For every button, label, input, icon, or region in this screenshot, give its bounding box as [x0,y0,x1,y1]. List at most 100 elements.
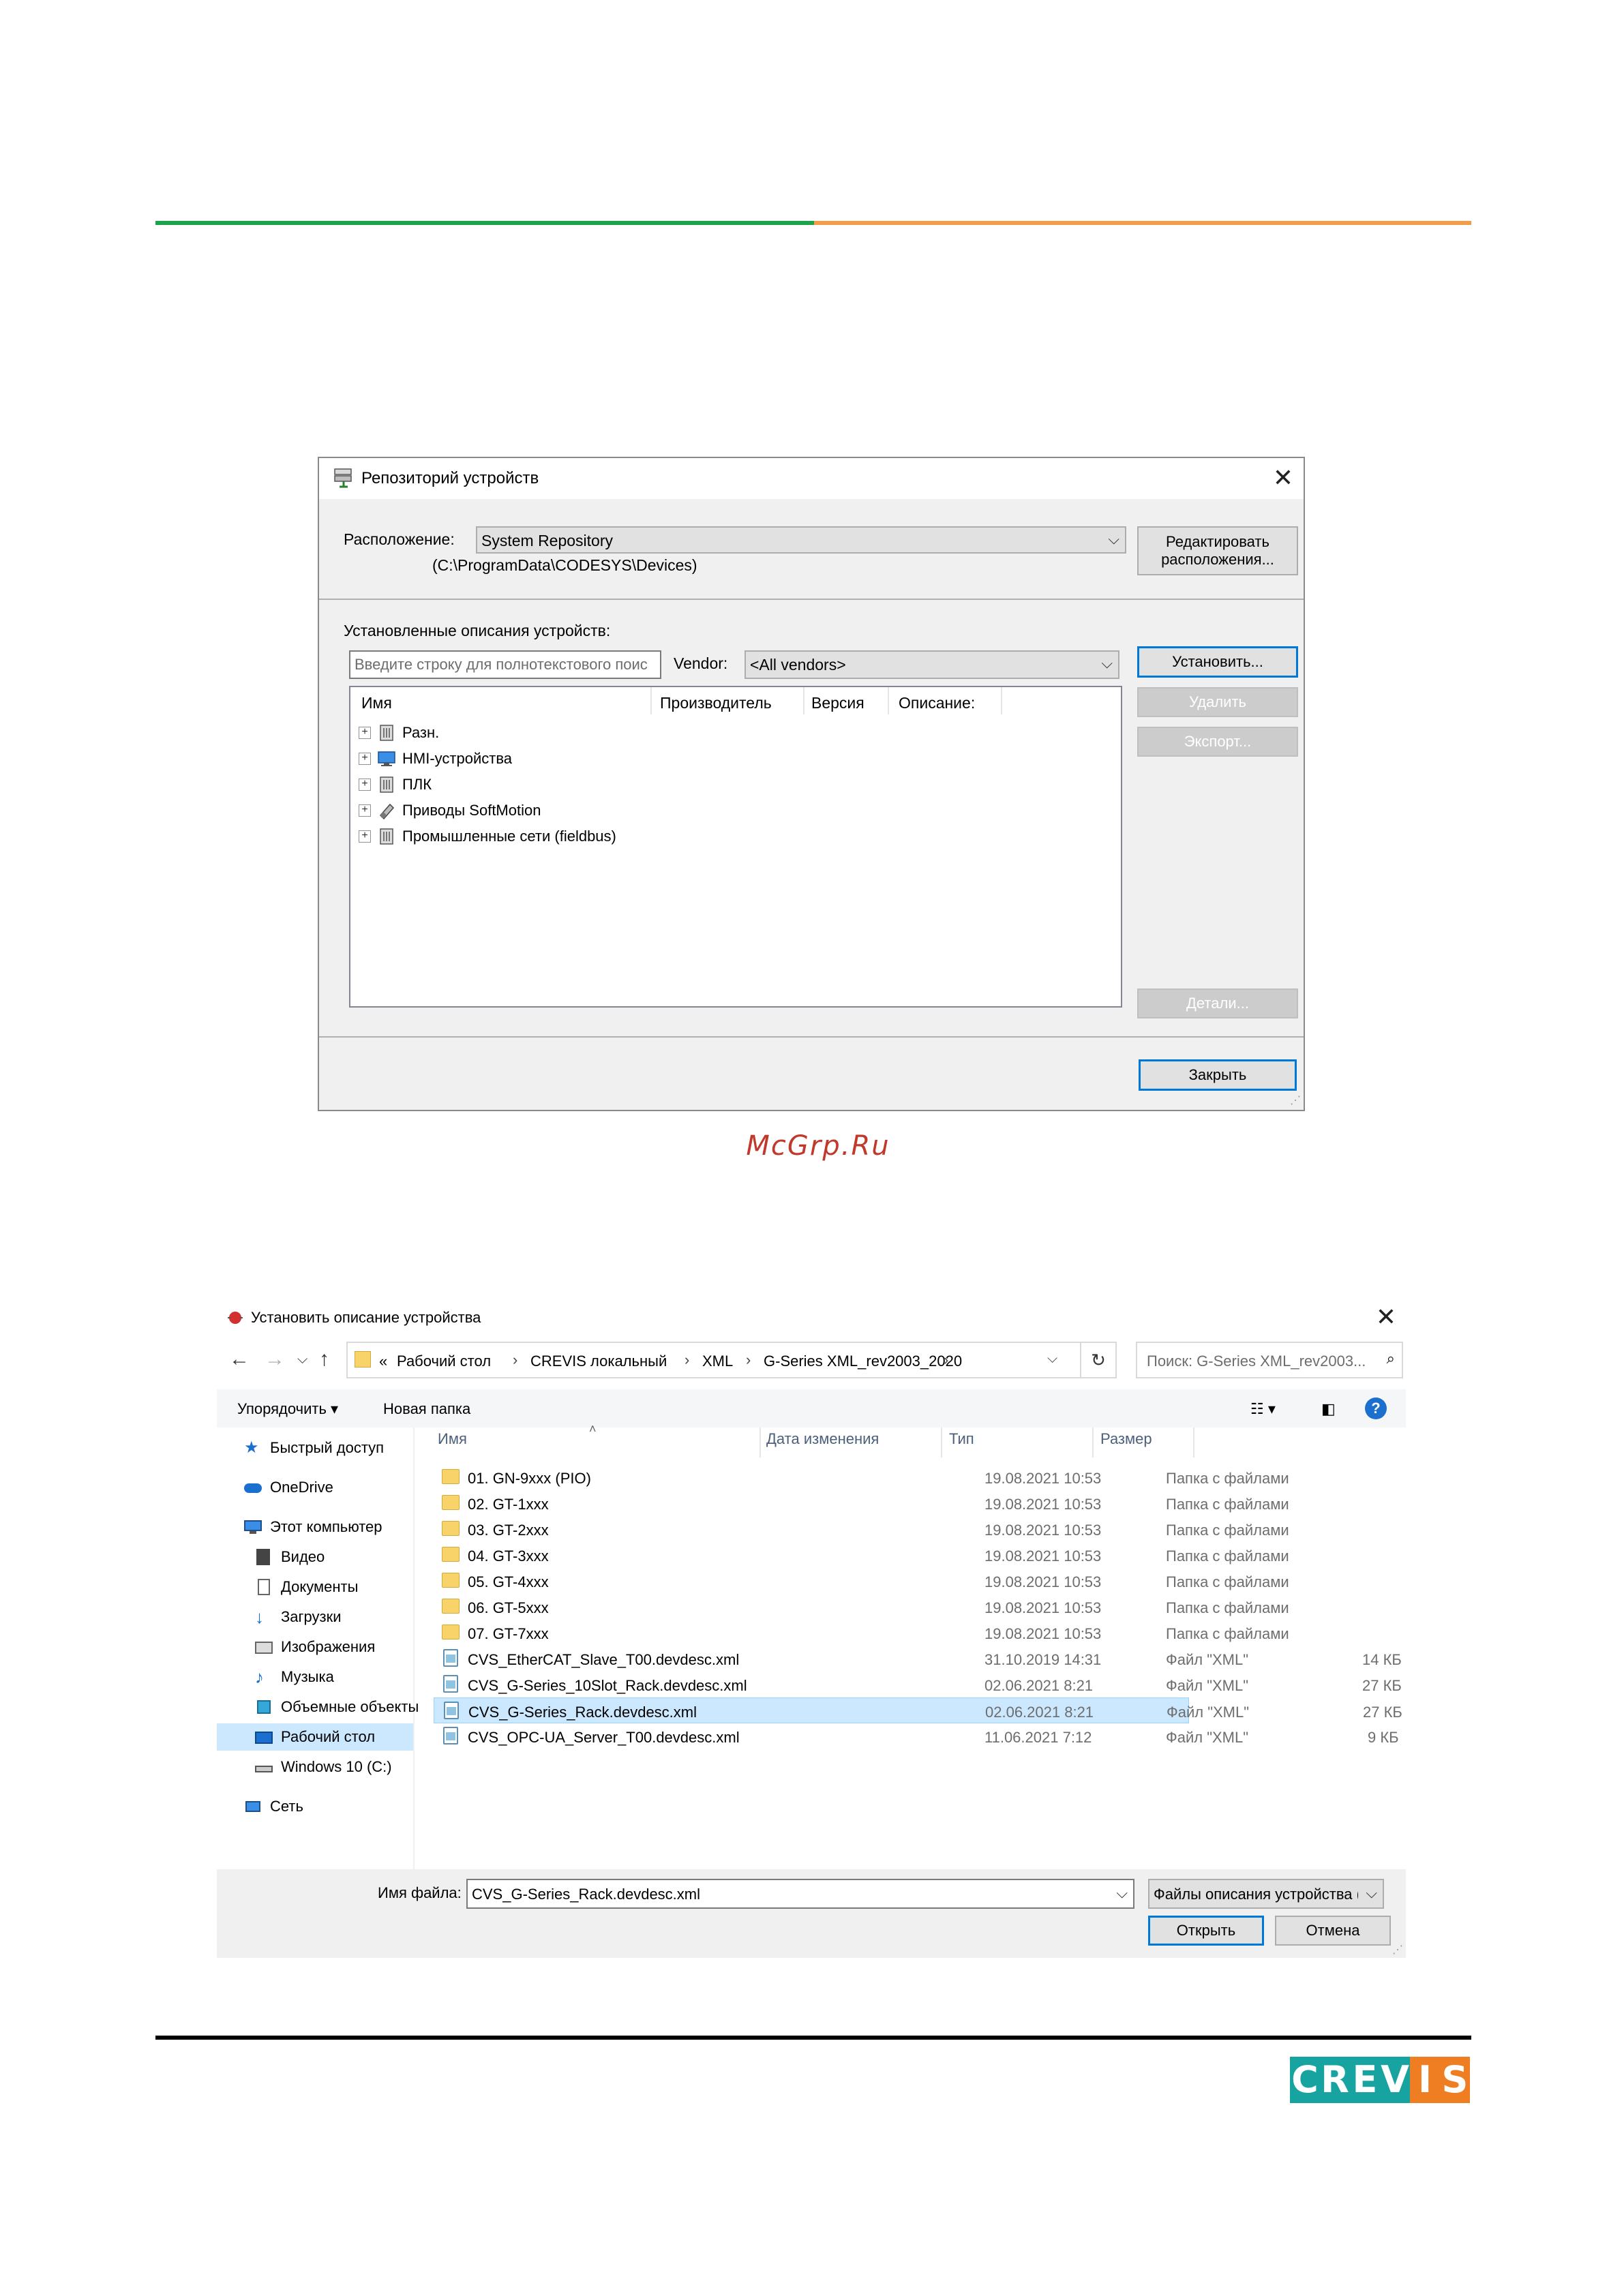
chevron-right-icon[interactable]: › [944,1351,948,1369]
nav-network[interactable]: Сеть [244,1793,303,1820]
vendor-combo[interactable]: <All vendors> ⌵ [745,650,1119,679]
breadcrumb-xml[interactable]: XML [702,1353,733,1370]
chevron-right-icon[interactable]: › [513,1351,517,1369]
xml-file-icon [443,1727,458,1744]
delete-button[interactable]: Удалить [1137,687,1298,717]
address-bar[interactable]: « Рабочий стол › CREVIS локальный › XML … [346,1342,1117,1378]
tree-item[interactable]: + HMI-устройства [359,746,616,772]
tree-item[interactable]: + ПЛК [359,772,616,798]
open-button[interactable]: Открыть [1148,1916,1264,1946]
file-type-filter[interactable]: Файлы описания устройства ( ⌵ [1148,1879,1384,1909]
tree-item[interactable]: + Разн. [359,720,616,746]
expand-icon[interactable]: + [359,804,371,817]
column-name[interactable]: Имя [361,694,392,712]
device-repository-dialog: Репозиторий устройств ✕ Расположение: Sy… [318,457,1305,1111]
column-date[interactable]: Дата изменения [766,1430,879,1448]
column-divider [1001,687,1002,714]
column-description[interactable]: Описание: [899,694,975,712]
filename-input[interactable]: CVS_G-Series_Rack.devdesc.xml ⌵ [466,1879,1134,1909]
file-row[interactable]: 01. GN-9xxx (PIO) 19.08.2021 10:53 Папка… [434,1464,1409,1490]
close-icon[interactable]: ✕ [1267,462,1299,494]
chevron-down-icon[interactable]: ⌵ [1047,1351,1057,1367]
export-button[interactable]: Экспорт... [1137,727,1298,757]
column-vendor[interactable]: Производитель [660,694,772,712]
nav-desktop[interactable]: Рабочий стол [217,1723,413,1751]
nav-documents[interactable]: Документы [255,1573,358,1601]
breadcrumb-crevis[interactable]: CREVIS локальный [530,1353,667,1370]
location-combo[interactable]: System Repository ⌵ [476,526,1126,554]
file-row[interactable]: CVS_OPC-UA_Server_T00.devdesc.xml 11.06.… [434,1723,1409,1749]
fulltext-search-input[interactable]: Введите строку для полнотекстового поис [349,650,661,679]
file-name: 06. GT-5xxx [468,1599,549,1616]
chevron-right-icon[interactable]: › [746,1351,751,1369]
file-row[interactable]: 07. GT-7xxx 19.08.2021 10:53 Папка с фай… [434,1620,1409,1646]
chevron-down-icon[interactable]: ⌵ [1116,1884,1128,1902]
nav-this-pc[interactable]: Этот компьютер [244,1513,382,1541]
expand-icon[interactable]: + [359,753,371,765]
nav-video[interactable]: Видео [255,1543,325,1571]
preview-pane-icon[interactable]: ◧ [1321,1400,1336,1418]
nav-pictures[interactable]: Изображения [255,1633,375,1661]
breadcrumb-desktop[interactable]: Рабочий стол [397,1353,491,1370]
breadcrumb-gseries[interactable]: G-Series XML_rev2003_2020 [764,1353,962,1370]
nav-drive-c[interactable]: Windows 10 (C:) [255,1753,392,1781]
star-icon: ★ [244,1438,259,1457]
file-name: 07. GT-7xxx [468,1625,549,1642]
file-row[interactable]: 06. GT-5xxx 19.08.2021 10:53 Папка с фай… [434,1594,1409,1620]
divider [319,599,1304,600]
file-row[interactable]: 03. GT-2xxx 19.08.2021 10:53 Папка с фай… [434,1516,1409,1542]
forward-arrow-icon[interactable]: → [265,1346,285,1373]
file-row[interactable]: CVS_EtherCAT_Slave_T00.devdesc.xml 31.10… [434,1646,1409,1672]
back-arrow-icon[interactable]: ← [229,1346,250,1373]
recent-chevron-icon[interactable]: ⌵ [297,1346,307,1373]
device-tree[interactable]: Имя Производитель Версия Описание: + Раз… [349,686,1122,1008]
column-type[interactable]: Тип [949,1430,974,1448]
chevron-right-icon[interactable]: › [685,1351,689,1369]
resize-grip-icon[interactable]: ⋰ [1290,1093,1301,1107]
new-folder-button[interactable]: Новая папка [383,1400,470,1418]
edit-locations-button[interactable]: Редактировать расположения... [1137,526,1298,575]
nav-label: Объемные объекты [281,1698,419,1715]
repository-icon [334,468,352,488]
organize-button[interactable]: Упорядочить ▾ [237,1400,338,1418]
file-type: Файл "XML" [1166,1677,1249,1694]
file-row[interactable]: 02. GT-1xxx 19.08.2021 10:53 Папка с фай… [434,1490,1409,1516]
details-button[interactable]: Детали... [1137,988,1298,1018]
breadcrumb-overflow[interactable]: « [379,1353,387,1370]
column-size[interactable]: Размер [1100,1430,1152,1448]
nav-downloads[interactable]: ↓ Загрузки [255,1603,342,1631]
install-button[interactable]: Установить... [1137,646,1298,678]
folder-icon [442,1625,460,1640]
header-rule-orange [814,221,1471,225]
column-name[interactable]: Имя [438,1430,467,1448]
close-icon[interactable]: ✕ [1369,1302,1403,1332]
fieldbus-icon [380,828,393,845]
file-row[interactable]: 04. GT-3xxx 19.08.2021 10:53 Папка с фай… [434,1542,1409,1568]
expand-icon[interactable]: + [359,830,371,843]
nav-quick-access[interactable]: ★ Быстрый доступ [244,1434,384,1462]
file-row[interactable]: CVS_G-Series_10Slot_Rack.devdesc.xml 02.… [434,1672,1409,1697]
expand-icon[interactable]: + [359,779,371,791]
tree-item[interactable]: + Промышленные сети (fieldbus) [359,824,616,849]
cube-icon [255,1699,273,1715]
close-button[interactable]: Закрыть [1139,1059,1297,1091]
nav-3d-objects[interactable]: Объемные объекты [255,1693,419,1721]
tree-item[interactable]: + Приводы SoftMotion [359,798,616,824]
view-options-icon[interactable]: ☷ ▾ [1250,1400,1276,1418]
file-row[interactable]: 05. GT-4xxx 19.08.2021 10:53 Папка с фай… [434,1568,1409,1594]
nav-music[interactable]: ♪ Музыка [255,1663,334,1691]
column-version[interactable]: Версия [811,694,864,712]
resize-grip-icon[interactable]: ⋰ [1392,1943,1403,1957]
file-row-selected[interactable]: CVS_G-Series_Rack.devdesc.xml 02.06.2021… [434,1697,1402,1723]
expand-icon[interactable]: + [359,727,371,739]
document-icon [255,1579,273,1595]
help-icon[interactable]: ? [1365,1398,1387,1419]
up-arrow-icon[interactable]: ↑ [319,1346,329,1373]
file-size: 27 КБ [1362,1677,1402,1694]
refresh-icon[interactable]: ↻ [1080,1343,1115,1377]
nav-onedrive[interactable]: OneDrive [244,1474,333,1501]
cancel-button[interactable]: Отмена [1275,1916,1391,1946]
search-input[interactable]: Поиск: G-Series XML_rev2003... ⌕ [1136,1342,1403,1378]
nav-label: Сеть [270,1798,303,1815]
install-description-dialog: Установить описание устройства ✕ ← → ⌵ ↑… [217,1294,1406,1958]
